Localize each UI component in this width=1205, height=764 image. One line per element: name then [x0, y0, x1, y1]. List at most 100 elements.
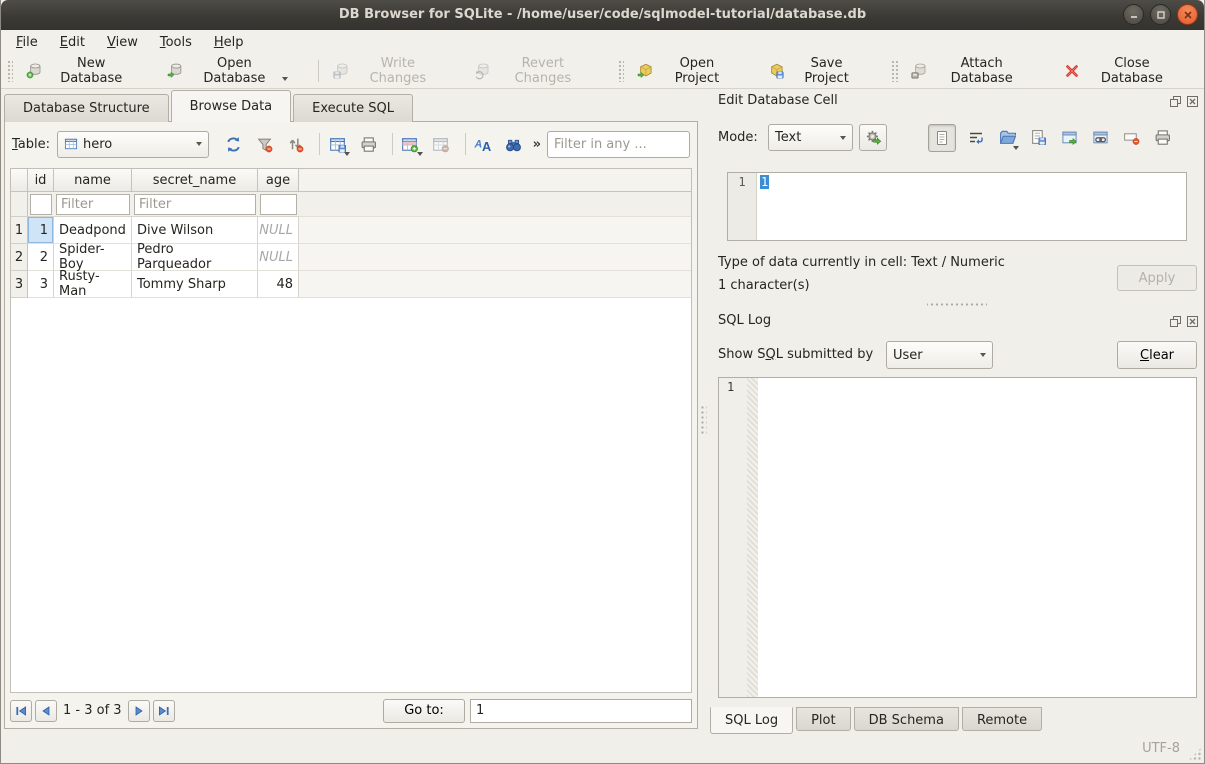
refresh-button[interactable] [222, 131, 246, 157]
menu-help[interactable]: Help [203, 32, 255, 53]
open-project-button[interactable]: Open Project [628, 56, 743, 86]
export-to-file-button[interactable] [1027, 125, 1049, 151]
save-project-button[interactable]: Save Project [759, 56, 871, 86]
close-database-button[interactable]: Close Database [1055, 56, 1186, 86]
maximize-button[interactable] [1150, 4, 1171, 25]
filter-secret-name-input[interactable] [134, 194, 256, 215]
delete-record-button[interactable] [429, 131, 453, 157]
row-header[interactable]: 1 [11, 217, 28, 244]
browse-controls: Table: hero [12, 130, 690, 158]
menu-bar: File Edit View Tools Help [1, 30, 1204, 54]
clear-log-button[interactable]: Clear [1117, 341, 1197, 369]
filter-id-input[interactable] [30, 194, 52, 215]
word-wrap-button[interactable] [965, 125, 987, 151]
cell-editor[interactable]: 1 1 [727, 172, 1187, 241]
dock-close-button[interactable] [1185, 314, 1199, 328]
goto-input[interactable] [470, 699, 692, 723]
toolbar-grip[interactable] [618, 60, 624, 82]
auto-apply-button[interactable] [859, 124, 887, 151]
dock-float-button[interactable] [1168, 314, 1182, 328]
row-header[interactable]: 2 [11, 244, 28, 271]
attach-database-button[interactable]: Attach Database [902, 56, 1039, 86]
tab-browse-data[interactable]: Browse Data [171, 90, 292, 122]
new-database-button[interactable]: New Database [17, 56, 142, 86]
column-header-id[interactable]: id [28, 169, 54, 192]
toolbar-grip[interactable] [891, 60, 897, 82]
apply-button[interactable]: Apply [1117, 265, 1197, 291]
open-database-button[interactable]: Open Database [158, 56, 297, 86]
titlebar[interactable]: DB Browser for SQLite - /home/user/code/… [1, 0, 1204, 30]
insert-record-button[interactable] [398, 131, 422, 157]
close-button[interactable] [1177, 4, 1198, 25]
cell-value: 1 [760, 175, 769, 189]
tab-execute-sql[interactable]: Execute SQL [293, 94, 413, 122]
menu-file[interactable]: File [5, 32, 49, 53]
text-mode-button[interactable] [928, 124, 956, 152]
cell-secret-name[interactable]: Pedro Parqueador [132, 244, 258, 271]
print-button[interactable] [356, 131, 380, 157]
tab-remote[interactable]: Remote [962, 707, 1042, 731]
chevron-down-icon [980, 353, 986, 357]
dock-float-button[interactable] [1168, 94, 1182, 108]
cell-age[interactable]: 48 [258, 271, 299, 298]
row-header[interactable]: 3 [11, 271, 28, 298]
minimize-button[interactable] [1123, 4, 1144, 25]
menu-view[interactable]: View [96, 32, 149, 53]
cell-name[interactable]: Rusty-Man [54, 271, 132, 298]
goto-button[interactable]: Go to: [383, 699, 465, 723]
filter-any-input[interactable] [547, 131, 690, 158]
clear-filter-icon [256, 136, 273, 153]
toolbar-overflow-chevron[interactable]: » [533, 137, 541, 152]
clear-sorting-button[interactable] [283, 131, 307, 157]
import-from-file-button[interactable] [996, 125, 1018, 151]
clear-filters-button[interactable] [253, 131, 277, 157]
edit-display-format-button[interactable]: A A [471, 131, 495, 157]
next-page-button[interactable] [128, 700, 150, 722]
cell-age[interactable]: NULL [258, 244, 299, 271]
column-header-secret-name[interactable]: secret_name [132, 169, 258, 192]
cell-secret-name[interactable]: Tommy Sharp [132, 271, 258, 298]
filter-name-input[interactable] [56, 194, 130, 215]
cell-age[interactable]: NULL [258, 217, 299, 244]
write-changes-button[interactable]: Write Changes [324, 56, 449, 86]
controls-separator [319, 133, 320, 155]
cell-id[interactable]: 1 [28, 217, 54, 244]
cell-secret-name[interactable]: Dive Wilson [132, 217, 258, 244]
goto-cell-button[interactable] [502, 131, 526, 157]
previous-page-button[interactable] [35, 700, 57, 722]
sql-log-editor[interactable]: 1 [718, 377, 1197, 698]
cell-id[interactable]: 3 [28, 271, 54, 298]
mode-select[interactable]: Text [768, 124, 853, 151]
set-null-button[interactable] [1120, 125, 1142, 151]
sql-source-select[interactable]: User [886, 341, 993, 369]
cell-name[interactable]: Deadpond [54, 217, 132, 244]
cell-name[interactable]: Spider-Boy [54, 244, 132, 271]
copy-link-button[interactable] [1089, 125, 1111, 151]
menu-tools[interactable]: Tools [149, 32, 203, 53]
cell-id[interactable]: 2 [28, 244, 54, 271]
tab-sql-log[interactable]: SQL Log [710, 707, 793, 734]
tab-plot[interactable]: Plot [796, 707, 851, 731]
grid-corner[interactable] [11, 169, 28, 192]
first-page-button[interactable] [10, 700, 32, 722]
column-header-name[interactable]: name [54, 169, 132, 192]
revert-changes-button[interactable]: Revert Changes [465, 56, 598, 86]
save-results-button[interactable] [325, 131, 349, 157]
column-header-age[interactable]: age [258, 169, 299, 192]
toolbar-grip[interactable] [7, 60, 13, 82]
dock-splitter[interactable] [927, 301, 987, 308]
filter-age-input[interactable] [260, 194, 297, 215]
chevron-down-icon [840, 136, 846, 140]
last-page-button[interactable] [153, 700, 175, 722]
fold-margin [747, 378, 758, 697]
tab-db-schema[interactable]: DB Schema [854, 707, 959, 731]
cell-type-info: Type of data currently in cell: Text / N… [718, 255, 1005, 270]
save-file-icon [1030, 129, 1047, 146]
pane-splitter[interactable] [700, 405, 707, 435]
dock-close-button[interactable] [1185, 94, 1199, 108]
tab-database-structure[interactable]: Database Structure [4, 94, 169, 122]
menu-edit[interactable]: Edit [49, 32, 96, 53]
print-cell-button[interactable] [1151, 125, 1173, 151]
table-select[interactable]: hero [57, 131, 209, 158]
open-external-button[interactable] [1058, 125, 1080, 151]
